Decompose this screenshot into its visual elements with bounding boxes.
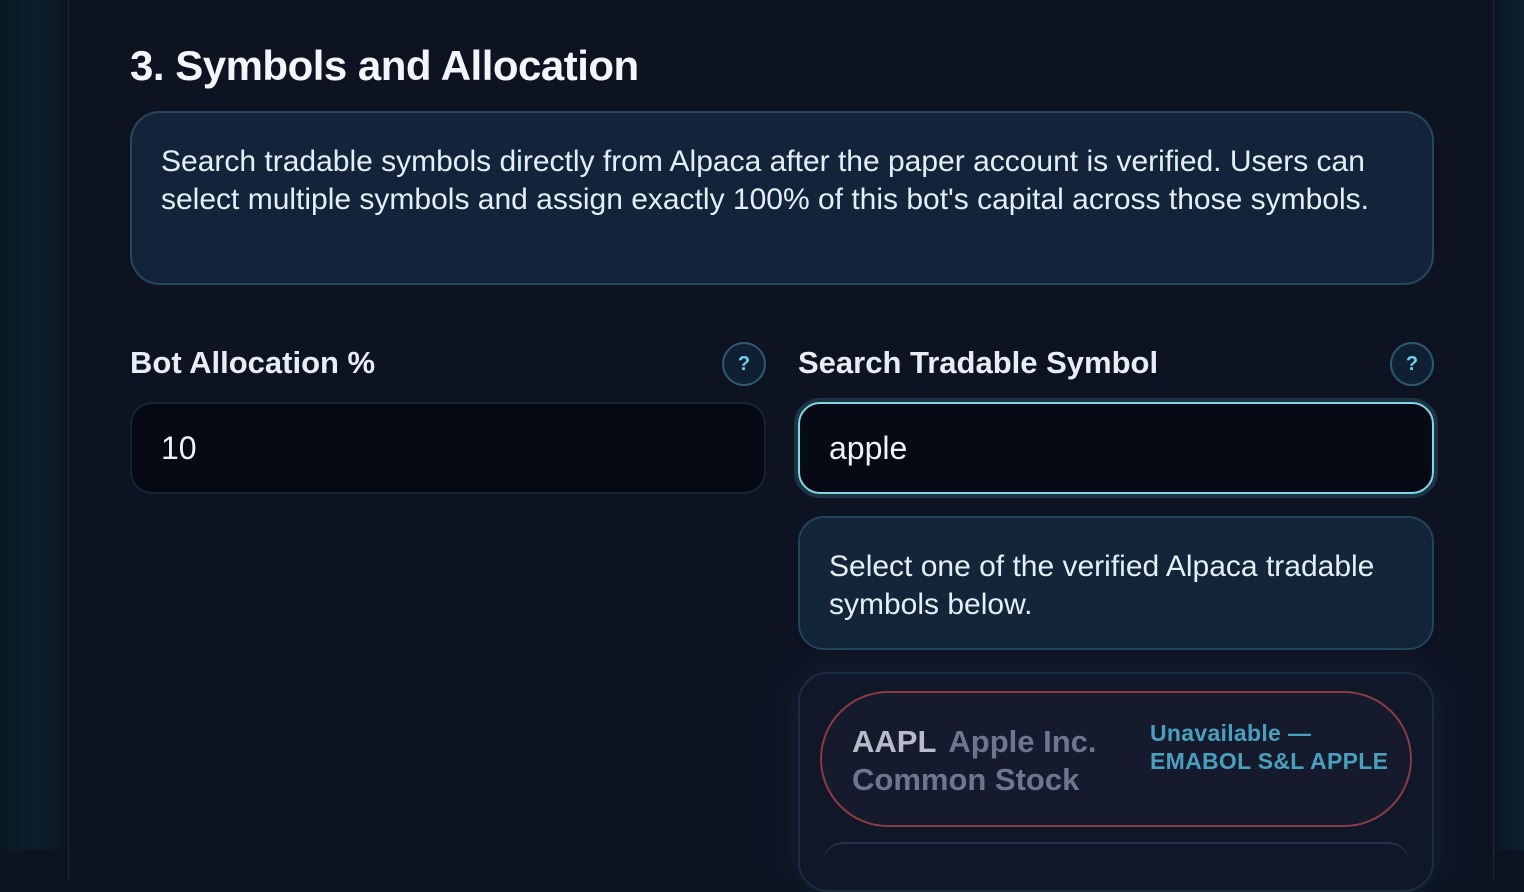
symbol-ticker: AAPL xyxy=(852,724,937,759)
search-label: Search Tradable Symbol xyxy=(798,345,1159,380)
symbol-info: AAPL Apple Inc. Common Stock xyxy=(852,723,1132,799)
help-icon: ? xyxy=(737,352,751,375)
help-icon: ? xyxy=(1405,352,1419,375)
allocation-label: Bot Allocation % xyxy=(130,345,376,380)
section-title: 3. Symbols and Allocation xyxy=(130,42,639,89)
search-hint: Select one of the verified Alpaca tradab… xyxy=(798,516,1434,650)
search-help-button[interactable]: ? xyxy=(1390,342,1434,386)
allocation-input[interactable] xyxy=(130,402,766,494)
symbol-result-item[interactable]: AAPL Apple Inc. Common Stock Unavailable … xyxy=(820,691,1412,827)
allocation-help-button[interactable]: ? xyxy=(722,342,766,386)
symbol-status: Unavailable — EMABOL S&L APPLE xyxy=(1150,720,1389,774)
symbol-search-input[interactable] xyxy=(798,402,1434,494)
symbol-result-item-partial[interactable] xyxy=(822,842,1410,864)
section-info-box: Search tradable symbols directly from Al… xyxy=(130,111,1434,285)
